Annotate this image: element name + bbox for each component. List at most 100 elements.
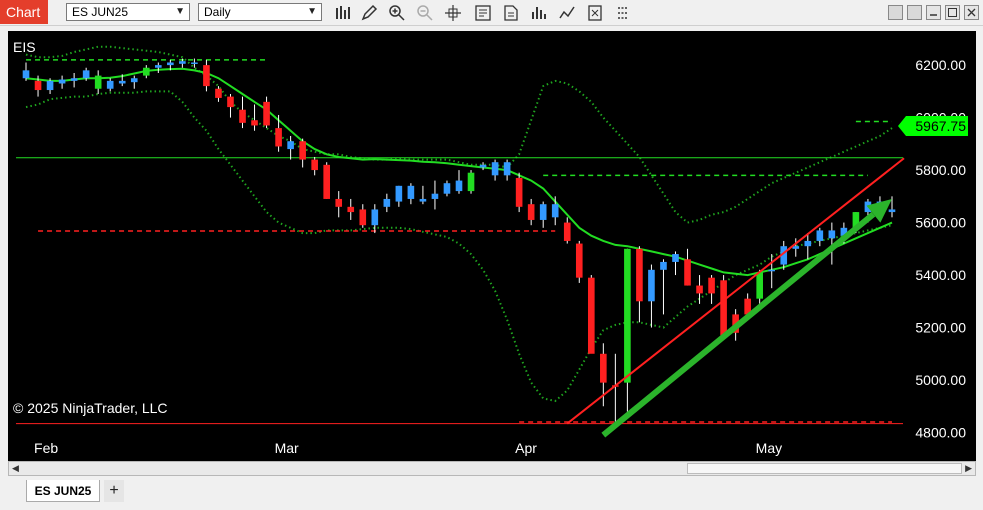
candle <box>94 70 102 94</box>
lower-band-line <box>25 90 893 403</box>
candle-body <box>94 75 102 89</box>
bar-style-icon[interactable] <box>334 4 352 22</box>
candle-body <box>491 162 499 176</box>
y-tick-label: 4800.00 <box>915 425 966 441</box>
candle-body <box>804 240 812 247</box>
candle <box>203 59 210 92</box>
scroll-thumb[interactable] <box>687 463 962 474</box>
y-tick-label: 5800.00 <box>915 162 966 178</box>
upper-band-line <box>25 45 893 224</box>
copyright-text: © 2025 NinjaTrader, LLC <box>13 400 168 416</box>
candle-body <box>227 96 234 108</box>
candle <box>155 62 162 73</box>
candle <box>275 114 282 152</box>
candle <box>287 135 294 160</box>
candle <box>371 204 379 234</box>
candle-body <box>106 80 114 89</box>
candle-body <box>828 230 836 239</box>
x-tick-label: Mar <box>275 440 299 456</box>
candle <box>696 275 703 304</box>
candle-body <box>58 79 66 84</box>
crosshair-icon[interactable] <box>444 4 462 22</box>
candle-body <box>756 272 763 299</box>
add-tab-button[interactable]: + <box>104 480 124 502</box>
price-chart[interactable]: 6200.006000.005800.005600.005400.005200.… <box>8 31 976 461</box>
zoom-in-icon[interactable] <box>388 4 406 22</box>
scroll-left-icon[interactable]: ◀ <box>12 463 19 474</box>
scroll-right-icon[interactable]: ▶ <box>965 463 972 474</box>
candle-body <box>684 259 691 286</box>
tab-es-jun25[interactable]: ES JUN25 <box>26 480 100 502</box>
draw-icon[interactable] <box>360 4 378 22</box>
candle-body <box>551 204 559 218</box>
period-value: Daily <box>204 5 231 19</box>
candle <box>239 96 246 129</box>
y-tick-label: 5000.00 <box>915 372 966 388</box>
chart-panel[interactable]: 6200.006000.005800.005600.005400.005200.… <box>8 31 976 461</box>
candle-body <box>275 128 282 147</box>
candle <box>311 156 318 176</box>
candle-body <box>696 285 703 294</box>
tile-icon[interactable] <box>888 5 903 20</box>
candle-body <box>888 209 896 213</box>
candle <box>479 162 487 171</box>
candle-body <box>287 141 294 150</box>
zoom-out-icon[interactable] <box>416 4 434 22</box>
candle-body <box>443 183 451 194</box>
candle-body <box>768 269 776 272</box>
minimize-icon[interactable] <box>907 5 922 20</box>
candle-body <box>419 198 427 202</box>
more-icon[interactable] <box>614 4 632 22</box>
candle-body <box>359 209 367 226</box>
candle-body <box>371 209 379 226</box>
candle-body <box>575 243 583 278</box>
candle <box>251 104 258 131</box>
close-icon[interactable] <box>964 5 979 20</box>
candle <box>58 75 66 89</box>
instrument-label: EIS <box>13 39 36 55</box>
support-trendline <box>566 157 905 425</box>
toolbar: Chart ES JUN25 ▼ Daily ▼ <box>0 0 983 26</box>
price-tag-label: 5967.75 <box>915 118 966 134</box>
chevron-down-icon: ▼ <box>307 6 317 17</box>
candle-body <box>539 204 547 220</box>
candle-body <box>600 353 607 383</box>
candle-body <box>708 277 715 294</box>
y-tick-label: 5400.00 <box>915 267 966 283</box>
candle-body <box>624 248 631 383</box>
instrument-value: ES JUN25 <box>72 5 129 19</box>
candle <box>106 78 114 92</box>
app-label[interactable]: Chart <box>0 0 48 24</box>
candle <box>708 275 715 304</box>
candle-body <box>720 280 727 336</box>
candle-body <box>515 177 523 207</box>
candle <box>142 65 150 79</box>
candle <box>503 159 511 181</box>
data-box-icon[interactable] <box>474 4 492 22</box>
y-tick-label: 6200.00 <box>915 57 966 73</box>
horizontal-scrollbar[interactable]: ◀ ▶ <box>8 461 976 476</box>
candle-body <box>215 88 222 98</box>
candle-body <box>672 254 679 262</box>
candle-body <box>155 65 162 68</box>
candle-body <box>70 78 78 81</box>
period-selector[interactable]: Daily ▼ <box>198 3 322 21</box>
candle <box>612 353 619 428</box>
candle-body <box>142 67 150 76</box>
x-tick-label: Feb <box>34 440 58 456</box>
instrument-selector[interactable]: ES JUN25 ▼ <box>66 3 190 21</box>
tab-bar: ES JUN25 + <box>0 476 983 510</box>
candle-body <box>130 78 138 83</box>
strategies-icon[interactable] <box>558 4 576 22</box>
candle <box>407 183 415 205</box>
properties-icon[interactable] <box>502 4 520 22</box>
candle-body <box>34 80 42 91</box>
candle-body <box>239 109 246 123</box>
templates-icon[interactable] <box>586 4 604 22</box>
maximize-icon[interactable] <box>945 5 960 20</box>
trend-arrow-shaft <box>601 211 876 438</box>
indicators-icon[interactable] <box>530 4 548 22</box>
candle <box>359 204 367 228</box>
minimize-window-icon[interactable] <box>926 5 941 20</box>
candle <box>443 180 451 197</box>
